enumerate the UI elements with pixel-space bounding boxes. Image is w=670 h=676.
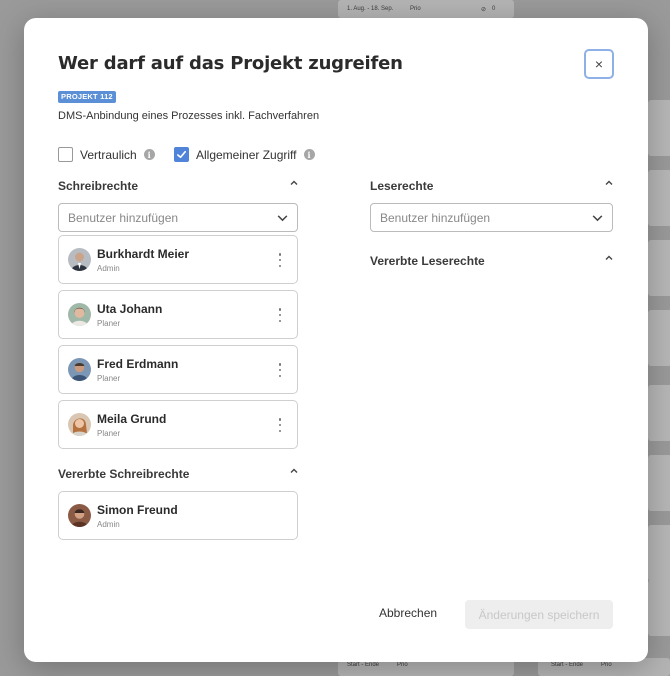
info-icon[interactable]: i xyxy=(303,149,315,160)
user-name: Meila Grund xyxy=(97,412,167,426)
avatar xyxy=(68,504,91,527)
background-card-edge xyxy=(648,170,670,226)
task-card-date: 1. Aug. - 18. Sep. xyxy=(347,6,394,12)
user-card[interactable]: Burkhardt Meier Admin xyxy=(58,235,298,284)
access-dialog: Wer darf auf das Projekt zugreifen × PRO… xyxy=(24,18,648,662)
background-card-edge xyxy=(648,100,670,156)
avatar xyxy=(68,413,91,436)
inherited-write-permissions-title: Vererbte Schreibrechte xyxy=(58,467,190,481)
read-add-user-select[interactable]: Benutzer hinzufügen xyxy=(370,203,613,232)
more-options-icon[interactable] xyxy=(277,363,283,377)
project-badge: PROJEKT 112 xyxy=(58,91,116,103)
write-add-user-select[interactable]: Benutzer hinzufügen xyxy=(58,203,298,232)
cancel-button[interactable]: Abbrechen xyxy=(379,606,437,620)
background-card-edge xyxy=(648,580,670,636)
background-card-edge xyxy=(648,240,670,296)
chevron-up-icon[interactable] xyxy=(288,465,300,477)
task-card-date: Start - Ende xyxy=(347,662,380,668)
avatar xyxy=(68,303,91,326)
background-card-edge xyxy=(648,525,670,581)
chevron-up-icon[interactable] xyxy=(603,252,615,264)
chevron-down-icon xyxy=(592,215,603,222)
save-changes-button[interactable]: Änderungen speichern xyxy=(465,600,613,629)
background-card-edge xyxy=(648,455,670,511)
user-role: Planer xyxy=(97,374,121,383)
user-card[interactable]: Meila Grund Planer xyxy=(58,400,298,449)
info-icon[interactable]: i xyxy=(143,149,155,160)
user-card[interactable]: Uta Johann Planer xyxy=(58,290,298,339)
user-role: Admin xyxy=(97,264,120,273)
close-icon: × xyxy=(594,56,604,72)
user-name: Uta Johann xyxy=(97,302,163,316)
user-name: Burkhardt Meier xyxy=(97,247,190,261)
more-options-icon[interactable] xyxy=(277,253,283,267)
avatar xyxy=(68,358,91,381)
attachment-icon: ⊘ xyxy=(481,7,487,13)
chevron-up-icon[interactable] xyxy=(288,177,300,189)
general-access-checkbox[interactable] xyxy=(174,147,189,162)
user-card[interactable]: Fred Erdmann Planer xyxy=(58,345,298,394)
background-task-card: 1. Aug. - 18. Sep. Prio ⊘ 0 xyxy=(338,0,514,18)
project-name: DMS-Anbindung eines Prozesses inkl. Fach… xyxy=(58,110,320,122)
general-access-option[interactable]: Allgemeiner Zugriff i xyxy=(174,147,315,162)
user-name: Fred Erdmann xyxy=(97,357,179,371)
chevron-up-icon[interactable] xyxy=(603,177,615,189)
background-card-edge xyxy=(648,310,670,366)
task-card-date: Start - Ende xyxy=(551,662,584,668)
close-button[interactable]: × xyxy=(584,49,614,79)
confidential-label: Vertraulich xyxy=(80,147,137,162)
read-add-user-placeholder: Benutzer hinzufügen xyxy=(380,210,491,225)
confidential-option[interactable]: Vertraulich i xyxy=(58,147,155,162)
checkmark-icon xyxy=(177,150,186,159)
dialog-title: Wer darf auf das Projekt zugreifen xyxy=(58,53,403,74)
task-card-prio: Prio xyxy=(410,6,421,12)
more-options-icon[interactable] xyxy=(277,308,283,322)
task-card-prio: Prio xyxy=(601,662,612,668)
user-role: Planer xyxy=(97,319,121,328)
task-card-prio: Prio xyxy=(397,662,408,668)
background-card-edge xyxy=(648,385,670,441)
read-permissions-title: Leserechte xyxy=(370,179,434,193)
user-name: Simon Freund xyxy=(97,503,178,517)
inherited-read-permissions-title: Vererbte Leserechte xyxy=(370,254,485,268)
confidential-checkbox[interactable] xyxy=(58,147,73,162)
general-access-label: Allgemeiner Zugriff xyxy=(196,147,297,162)
avatar xyxy=(68,248,91,271)
write-permissions-title: Schreibrechte xyxy=(58,179,139,193)
user-role: Admin xyxy=(97,520,120,529)
task-card-count: 0 xyxy=(492,6,496,12)
user-card: Simon Freund Admin xyxy=(58,491,298,540)
more-options-icon[interactable] xyxy=(277,418,283,432)
write-add-user-placeholder: Benutzer hinzufügen xyxy=(68,210,179,225)
chevron-down-icon xyxy=(277,215,288,222)
user-role: Planer xyxy=(97,429,121,438)
